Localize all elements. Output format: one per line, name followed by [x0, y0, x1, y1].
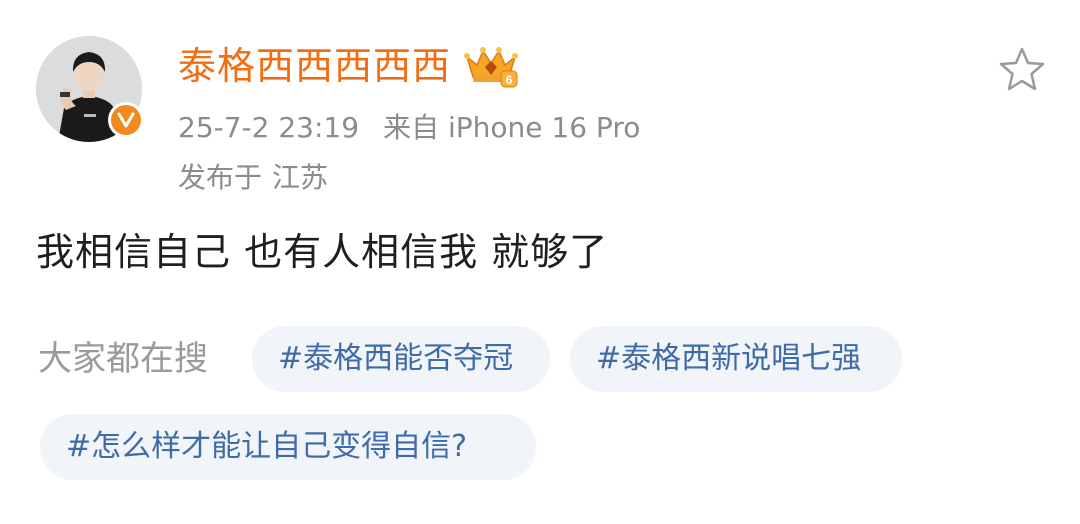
topic-chip[interactable]: #泰格西新说唱七强	[570, 326, 902, 392]
username-row: 泰格西西西西西 6	[178, 40, 519, 92]
post-meta: 25-7-2 23:19 来自 iPhone 16 Pro	[178, 108, 640, 148]
post-timestamp: 25-7-2 23:19	[178, 111, 360, 144]
source-device[interactable]: iPhone 16 Pro	[448, 111, 640, 144]
verified-badge	[108, 102, 144, 138]
topic-chip[interactable]: #怎么样才能让自己变得自信?	[40, 414, 536, 480]
verified-v-icon	[117, 112, 135, 128]
topic-chip[interactable]: #泰格西能否夺冠	[252, 326, 550, 392]
location-name: 江苏	[272, 161, 329, 194]
post-location: 发布于 江苏	[178, 158, 328, 198]
location-prefix: 发布于	[178, 161, 263, 194]
crown-level-icon[interactable]: 6	[463, 43, 519, 89]
post-content: 我相信自己 也有人相信我 就够了	[36, 230, 609, 274]
source-prefix: 来自	[383, 111, 440, 144]
level-number: 6	[506, 73, 513, 87]
favorite-button[interactable]	[998, 46, 1046, 92]
avatar-container[interactable]	[36, 36, 144, 142]
trending-search-label: 大家都在搜	[38, 339, 208, 379]
star-outline-icon	[999, 47, 1045, 91]
username[interactable]: 泰格西西西西西	[178, 40, 451, 92]
